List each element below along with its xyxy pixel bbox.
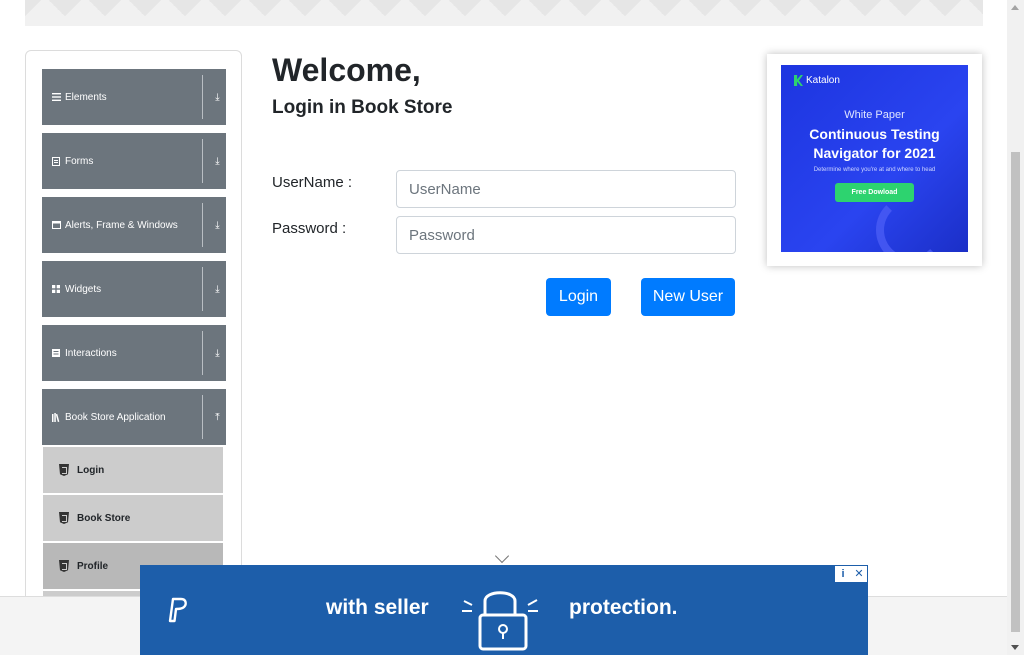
username-input[interactable] xyxy=(396,170,736,208)
login-button[interactable]: Login xyxy=(546,278,611,316)
sidebar-item-label: Login xyxy=(77,464,105,476)
html5-icon xyxy=(59,464,69,476)
sidebar-item-book-store[interactable]: Book Store xyxy=(43,495,223,541)
sidebar-group-book-store-application[interactable]: Book Store Application ⤒ xyxy=(42,389,226,445)
paypal-logo-icon xyxy=(164,595,190,630)
books-icon xyxy=(51,412,61,422)
separator xyxy=(202,75,203,119)
html5-icon xyxy=(59,560,69,572)
scrollbar-thumb[interactable] xyxy=(1011,152,1020,632)
ad-close-icon[interactable]: ✕ xyxy=(851,566,867,582)
katalon-k-icon xyxy=(794,75,803,86)
hamburger-icon xyxy=(51,92,61,102)
ad-info-icon[interactable]: i xyxy=(835,566,851,582)
sidebar-group-alerts-frame-windows[interactable]: Alerts, Frame & Windows ⤓ xyxy=(42,197,226,253)
grid-icon xyxy=(51,284,61,294)
bottom-ad[interactable]: with seller protection. i ✕ xyxy=(140,565,868,655)
sidebar-group-elements[interactable]: Elements ⤓ xyxy=(42,69,226,125)
sidebar-item-label: Profile xyxy=(77,560,109,572)
katalon-ad-creative[interactable]: Katalon White Paper Continuous Testing N… xyxy=(781,65,968,252)
ad-text-right: protection. xyxy=(569,596,678,619)
page: Elements ⤓ Forms ⤓ Alerts, Frame & Windo… xyxy=(0,0,1024,655)
expand-down-icon[interactable]: ⤓ xyxy=(209,92,226,103)
ad-brand-name: Katalon xyxy=(806,75,840,86)
vertical-scrollbar[interactable] xyxy=(1007,0,1024,655)
ad-text-left: with seller xyxy=(326,596,429,619)
sidebar-item-label: Book Store xyxy=(77,512,131,524)
sidebar-group-label: Alerts, Frame & Windows xyxy=(65,219,178,231)
separator xyxy=(202,139,203,183)
expand-down-icon[interactable]: ⤓ xyxy=(209,348,226,359)
window-icon xyxy=(51,220,61,230)
sidebar-item-login[interactable]: Login xyxy=(43,447,223,493)
ad-kicker: White Paper xyxy=(844,109,905,121)
sidebar-group-label: Interactions xyxy=(65,347,117,359)
sidebar-group-interactions[interactable]: Interactions ⤓ xyxy=(42,325,226,381)
sidebar-group-label: Elements xyxy=(65,91,107,103)
side-ad[interactable]: Katalon White Paper Continuous Testing N… xyxy=(767,54,982,266)
ad-description: Determine where you're at and where to h… xyxy=(813,167,936,173)
collapse-up-icon[interactable]: ⤒ xyxy=(209,412,226,423)
sidebar-group-widgets[interactable]: Widgets ⤓ xyxy=(42,261,226,317)
separator xyxy=(202,203,203,247)
ad-title: Continuous Testing Navigator for 2021 xyxy=(809,126,940,161)
form-icon xyxy=(51,156,61,166)
page-title: Welcome, xyxy=(272,52,421,88)
expand-down-icon[interactable]: ⤓ xyxy=(209,220,226,231)
page-subtitle: Login in Book Store xyxy=(272,97,453,118)
decorative-swirl-icon xyxy=(876,195,946,252)
chevron-down-icon[interactable] xyxy=(494,548,510,564)
separator xyxy=(202,395,203,439)
expand-down-icon[interactable]: ⤓ xyxy=(209,156,226,167)
sidebar-group-label: Widgets xyxy=(65,283,102,295)
list-icon xyxy=(51,348,61,358)
padlock-icon xyxy=(460,581,540,655)
separator xyxy=(202,331,203,375)
html5-icon xyxy=(59,512,69,524)
sidebar: Elements ⤓ Forms ⤓ Alerts, Frame & Windo… xyxy=(25,50,242,610)
password-input[interactable] xyxy=(396,216,736,254)
top-ad-banner[interactable] xyxy=(25,0,983,26)
sidebar-group-label: Book Store Application xyxy=(65,411,166,423)
katalon-logo: Katalon xyxy=(794,75,840,86)
username-label: UserName : xyxy=(272,174,353,191)
scroll-down-arrow-icon[interactable] xyxy=(1011,645,1019,650)
sidebar-group-label: Forms xyxy=(65,155,94,167)
password-label: Password : xyxy=(272,220,347,237)
separator xyxy=(202,267,203,311)
expand-down-icon[interactable]: ⤓ xyxy=(209,284,226,295)
ad-choices[interactable]: i ✕ xyxy=(835,566,867,582)
scroll-up-arrow-icon[interactable] xyxy=(1011,5,1019,10)
new-user-button[interactable]: New User xyxy=(641,278,735,316)
sidebar-group-forms[interactable]: Forms ⤓ xyxy=(42,133,226,189)
